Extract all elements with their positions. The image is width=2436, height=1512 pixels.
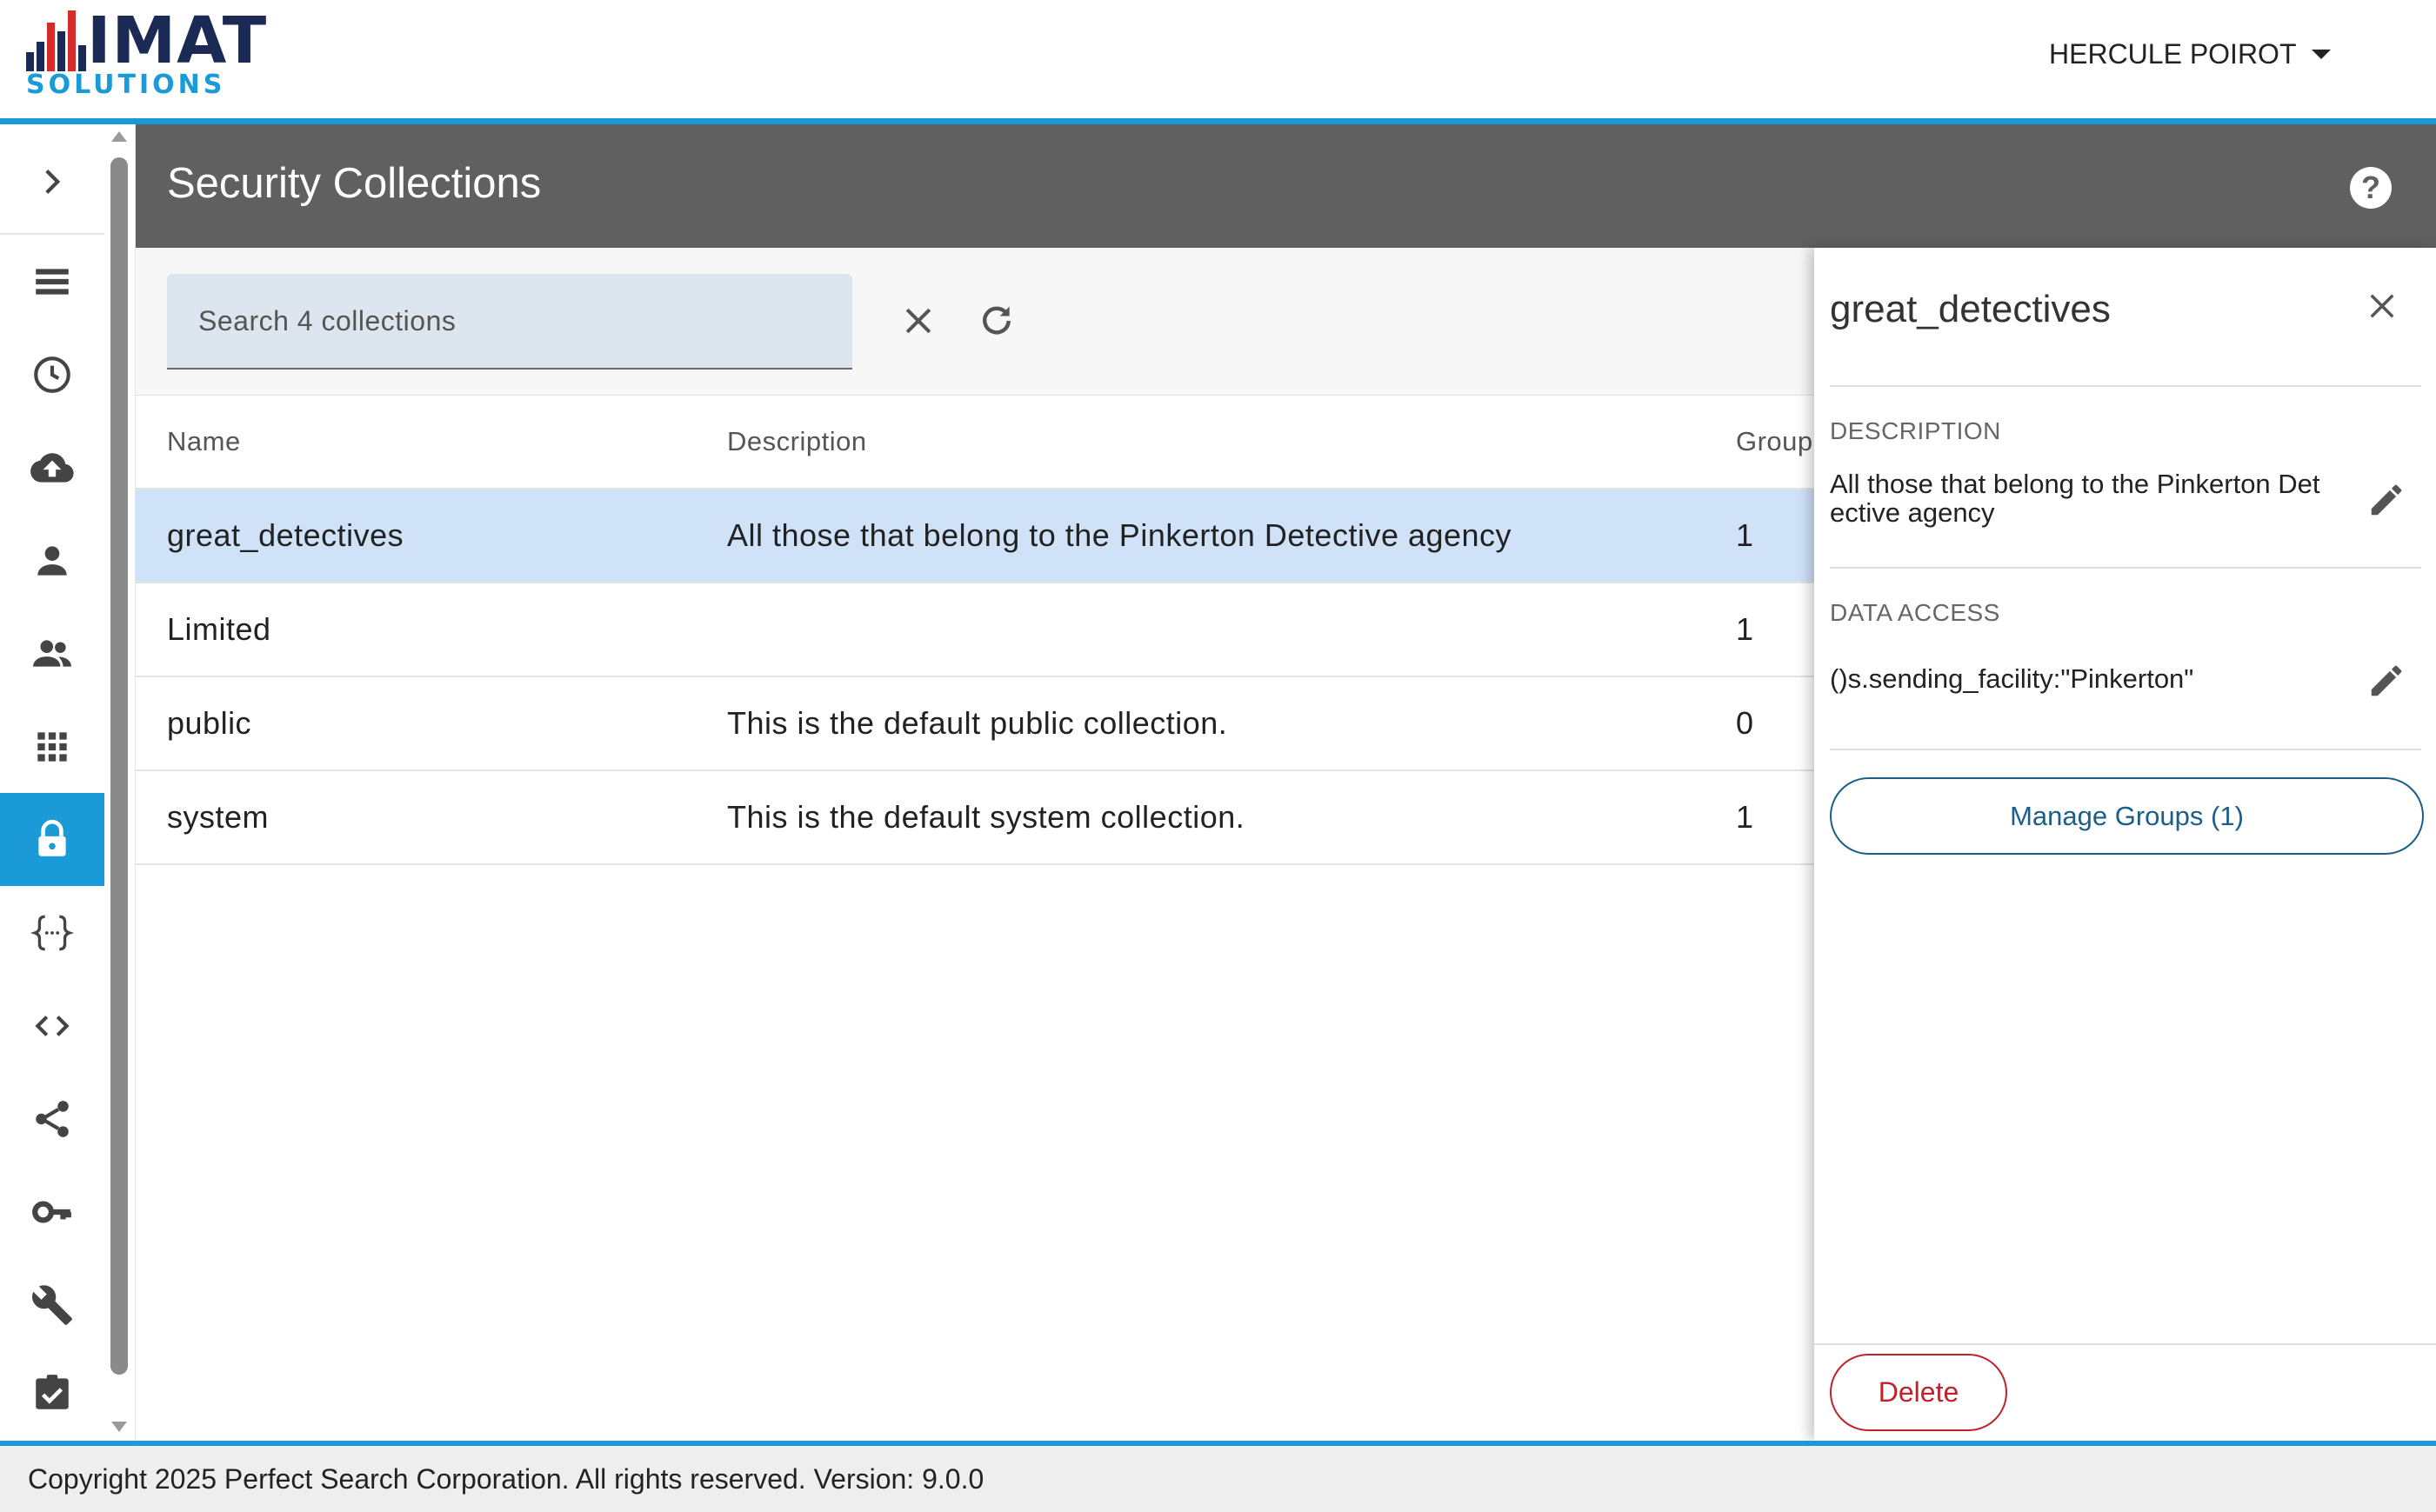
sidebar-item-tools[interactable]	[0, 1258, 104, 1351]
data-access-value: ()s.sending_facility:"Pinkerton"	[1830, 663, 2194, 694]
sidebar-item-apps[interactable]	[0, 700, 104, 793]
copyright-text: Copyright 2025 Perfect Search Corporatio…	[28, 1463, 984, 1495]
panel-footer-divider	[1814, 1343, 2436, 1345]
search-field[interactable]	[167, 274, 852, 370]
sidebar-item-security-collections[interactable]	[0, 793, 104, 886]
sidebar-item-tasks[interactable]	[0, 1351, 104, 1435]
header-accent-line	[0, 118, 2436, 124]
panel-title: great_detectives	[1830, 288, 2111, 330]
collection-detail-panel: great_detectives DESCRIPTION All those t…	[1814, 248, 2436, 1441]
logo-bars-icon	[26, 10, 87, 71]
close-icon	[2370, 294, 2394, 318]
table-row[interactable]: Limited 1	[136, 583, 1814, 677]
sidebar-item-groups[interactable]	[0, 607, 104, 700]
cell-groups: 1	[1736, 611, 1754, 647]
toolbar	[136, 248, 1814, 396]
panel-divider	[1830, 749, 2421, 750]
column-header-groups[interactable]: Group	[1736, 396, 1823, 488]
list-icon	[36, 268, 69, 295]
key-icon	[32, 1201, 71, 1222]
cell-description: All those that belong to the Pinkerton D…	[727, 517, 1512, 553]
user-menu[interactable]: HERCULE POIROT	[2049, 37, 2332, 71]
table-row[interactable]: public This is the default public collec…	[136, 677, 1814, 771]
clock-icon	[34, 356, 70, 393]
panel-divider	[1830, 567, 2421, 569]
cell-description: This is the default system collection.	[727, 799, 1245, 835]
json-braces-icon	[30, 915, 74, 950]
pencil-icon	[2371, 484, 2402, 516]
edit-description-button[interactable]	[2362, 476, 2411, 524]
cell-name: system	[167, 799, 270, 835]
app-header: IMAT SOLUTIONS HERCULE POIROT	[0, 0, 2436, 118]
refresh-icon	[983, 306, 1011, 335]
caret-down-icon	[2312, 49, 2332, 59]
logo-sub-text: SOLUTIONS	[26, 70, 226, 100]
pencil-icon	[2371, 665, 2402, 696]
sidebar-expand-button[interactable]	[0, 142, 104, 222]
person-icon	[37, 545, 67, 576]
column-header-description[interactable]: Description	[727, 396, 1858, 488]
sidebar-item-code[interactable]	[0, 979, 104, 1072]
description-value: All those that belong to the Pinkerton D…	[1830, 469, 2320, 528]
sidebar-item-share[interactable]	[0, 1072, 104, 1165]
code-icon	[35, 1015, 70, 1036]
logo-main-text: IMAT	[87, 3, 268, 78]
sidebar-nav	[0, 124, 136, 1441]
collections-table: Name Description Group great_detectives …	[136, 396, 1814, 865]
chevron-right-icon	[45, 170, 61, 194]
cell-groups: 0	[1736, 705, 1754, 741]
sidebar-item-user[interactable]	[0, 514, 104, 607]
refresh-button[interactable]	[971, 295, 1023, 347]
sidebar-scrollbar[interactable]	[106, 124, 132, 1441]
sidebar-item-upload[interactable]	[0, 421, 104, 514]
share-icon	[36, 1100, 69, 1137]
table-header-row: Name Description Group	[136, 396, 1814, 490]
help-icon[interactable]: ?	[2350, 167, 2392, 209]
search-input[interactable]	[167, 274, 852, 368]
sidebar-item-json[interactable]	[0, 886, 104, 979]
sidebar-item-history[interactable]	[0, 328, 104, 421]
cell-groups: 1	[1736, 799, 1754, 835]
scroll-down-arrow-icon[interactable]	[111, 1422, 127, 1432]
table-row[interactable]: system This is the default system collec…	[136, 771, 1814, 865]
cell-description: This is the default public collection.	[727, 705, 1228, 741]
cell-description	[727, 583, 1858, 676]
column-header-name[interactable]: Name	[167, 396, 689, 488]
scrollbar-thumb[interactable]	[110, 157, 128, 1375]
table-row[interactable]: great_detectives All those that belong t…	[136, 490, 1814, 583]
delete-button[interactable]: Delete	[1830, 1354, 2007, 1431]
cell-groups: 1	[1736, 517, 1754, 553]
close-icon	[905, 308, 931, 334]
panel-divider	[1830, 385, 2421, 387]
scroll-up-arrow-icon[interactable]	[111, 131, 127, 142]
lock-icon	[38, 819, 66, 856]
imat-solutions-logo[interactable]: IMAT SOLUTIONS	[26, 3, 270, 100]
cloud-upload-icon	[30, 452, 74, 483]
edit-data-access-button[interactable]	[2362, 656, 2411, 705]
page-title: Security Collections	[167, 160, 542, 207]
cell-name: Limited	[167, 611, 271, 647]
checkbox-icon	[36, 1375, 69, 1409]
description-label: DESCRIPTION	[1830, 417, 2001, 444]
clear-search-button[interactable]	[892, 295, 944, 347]
close-panel-button[interactable]	[2359, 283, 2406, 330]
app-footer: Copyright 2025 Perfect Search Corporatio…	[0, 1446, 2436, 1512]
sidebar-item-keys[interactable]	[0, 1165, 104, 1258]
cell-name: public	[167, 705, 252, 741]
cell-name: great_detectives	[167, 517, 404, 553]
user-name: HERCULE POIROT	[2049, 37, 2297, 70]
sidebar-item-list[interactable]	[0, 235, 104, 328]
wrench-icon	[31, 1284, 72, 1325]
manage-groups-button[interactable]: Manage Groups (1)	[1830, 777, 2424, 855]
page-header: Security Collections ?	[136, 124, 2436, 248]
apps-grid-icon	[37, 731, 67, 762]
data-access-label: DATA ACCESS	[1830, 599, 2000, 626]
people-icon	[33, 639, 71, 667]
